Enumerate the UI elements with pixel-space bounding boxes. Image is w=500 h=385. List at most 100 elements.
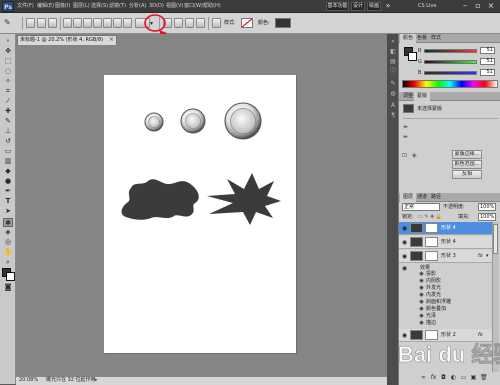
layer-vector-mask (425, 237, 438, 247)
scrollbar-thumb[interactable] (493, 224, 498, 254)
effect-color-overlay[interactable]: 颜色叠加 (426, 306, 446, 313)
layer-fx-icon[interactable]: fx (478, 251, 483, 261)
layer-vector-mask (425, 251, 438, 261)
tab-masks[interactable]: 蒙版 (414, 92, 431, 101)
channel-b-slider[interactable] (424, 71, 477, 75)
layer-name[interactable]: 形状 3 (441, 251, 456, 261)
custom-shape-tool-icon[interactable]: ✱ (3, 218, 13, 227)
brush-tool-icon[interactable]: ✎ (3, 117, 13, 126)
tab-styles[interactable]: 样式 (428, 34, 444, 43)
channel-g-slider[interactable] (424, 60, 477, 64)
channel-r-value[interactable]: 51 (480, 47, 495, 54)
hand-tool-icon[interactable]: ✋ (3, 248, 13, 257)
eyedropper-tool-icon[interactable]: ⁄ (3, 97, 13, 106)
clone-stamp-tool-icon[interactable]: ⊥ (3, 127, 13, 136)
type-tool-icon[interactable]: T (3, 197, 13, 206)
background-color-swatch[interactable] (6, 272, 15, 281)
lock-label: 锁定: (402, 214, 414, 220)
history-brush-tool-icon[interactable]: ↺ (3, 137, 13, 146)
chevron-down-icon[interactable]: ▾ (486, 251, 489, 261)
pen-tool-icon[interactable]: ✒ (3, 187, 13, 196)
invert-button[interactable]: 反相 (452, 170, 482, 179)
visibility-eye-icon[interactable]: ◉ (401, 252, 408, 261)
fill-field[interactable]: 100% (478, 213, 496, 221)
highlight-circle (144, 14, 166, 32)
document-tab[interactable]: 未标题-1 @ 20.2% (形状 4, RGB/8) (17, 35, 117, 45)
divider (403, 118, 498, 119)
paragraph-icon[interactable]: ¶ (389, 112, 397, 120)
effect-eye-icon[interactable]: ◉ (418, 271, 425, 278)
feather-icon: ▬ (403, 134, 408, 140)
zoom-tool-icon[interactable]: ⌕ (3, 258, 13, 267)
opacity-label: 不透明度: (443, 204, 465, 210)
effect-outer-glow[interactable]: 外发光 (426, 285, 441, 292)
zoom-level[interactable]: 20.08% (19, 376, 38, 385)
blur-tool-icon[interactable]: ◆ (3, 167, 13, 176)
effect-eye-icon[interactable]: ◉ (418, 285, 425, 292)
color-spectrum-bar[interactable] (402, 80, 498, 88)
effect-eye-icon[interactable]: ◉ (418, 320, 425, 327)
canvas-shapes (121, 102, 281, 225)
3d-rotate-tool-icon[interactable]: ◈ (3, 228, 13, 237)
panel-collapse-icon[interactable]: » (3, 37, 13, 46)
watermark-text: Bai du 经验 (398, 342, 500, 367)
panel-collapse-icon[interactable]: « (389, 38, 397, 46)
color-range-button[interactable]: 颜色范围... (452, 160, 482, 169)
visibility-eye-icon[interactable]: ◉ (401, 238, 408, 247)
effect-inner-shadow[interactable]: 内阴影 (426, 278, 441, 285)
character-icon[interactable]: A (389, 102, 397, 110)
effect-eye-icon[interactable]: ◉ (418, 306, 425, 313)
mask-edge-button[interactable]: 蒙版边缘... (452, 150, 482, 159)
effect-eye-icon[interactable]: ◉ (418, 278, 425, 285)
effect-satin[interactable]: 光泽 (426, 313, 436, 320)
dodge-tool-icon[interactable]: ● (3, 177, 13, 186)
effect-eye-icon[interactable]: ◉ (418, 313, 425, 320)
channel-g-value[interactable]: 51 (480, 58, 495, 65)
quick-select-tool-icon[interactable]: ✧ (3, 77, 13, 86)
quick-mask-icon[interactable]: ◙ (3, 283, 13, 292)
3d-orbit-tool-icon[interactable]: ◎ (3, 238, 13, 247)
effect-eye-icon[interactable]: ◉ (418, 299, 425, 306)
effect-bevel-emboss[interactable]: 斜面和浮雕 (426, 299, 451, 306)
load-selection-icon[interactable]: ⊡ (402, 152, 410, 160)
apply-mask-icon[interactable]: ◈ (412, 152, 420, 160)
blend-mode-select[interactable]: 正常 (402, 203, 440, 211)
layer-name[interactable]: 形状 4 (441, 237, 456, 247)
path-selection-tool-icon[interactable]: ➤ (3, 207, 13, 216)
background-color-swatch[interactable] (408, 52, 417, 61)
tab-paths[interactable]: 路径 (428, 193, 444, 202)
large-round-button-shape (224, 102, 262, 140)
opacity-field[interactable]: 100% (478, 203, 496, 211)
lasso-tool-icon[interactable]: ◌ (3, 67, 13, 76)
visibility-eye-icon[interactable]: ◉ (401, 224, 408, 233)
brush-presets-icon[interactable]: ✎ (389, 80, 397, 88)
effect-inner-glow[interactable]: 内发光 (426, 292, 441, 299)
move-tool-icon[interactable]: ✥ (3, 47, 13, 56)
channel-b-value[interactable]: 51 (480, 69, 495, 76)
gradient-tool-icon[interactable]: ▥ (3, 157, 13, 166)
navigator-icon[interactable]: ◧ (389, 48, 397, 56)
status-menu-icon[interactable]: ▸ (95, 376, 98, 385)
channel-r-label: R (418, 48, 422, 54)
clone-source-icon[interactable]: ◍ (389, 90, 397, 98)
effects-eye-icon[interactable]: ◉ (401, 264, 408, 273)
effect-stroke[interactable]: 描边 (426, 320, 436, 327)
info-icon[interactable]: ⓘ (389, 68, 397, 76)
marquee-tool-icon[interactable]: ⬚ (3, 57, 13, 66)
mask-thumbnail (403, 104, 414, 113)
effect-eye-icon[interactable]: ◉ (418, 292, 425, 299)
eraser-tool-icon[interactable]: ▭ (3, 147, 13, 156)
layer-name[interactable]: 形状 4 (441, 223, 456, 233)
lock-icons[interactable]: ▭ ✎ ✥ 🔒 (418, 213, 442, 221)
healing-brush-tool-icon[interactable]: ✚ (3, 107, 13, 116)
channel-r-slider[interactable] (424, 49, 477, 53)
layer-thumbnail (410, 251, 423, 261)
history-icon[interactable]: ▤ (389, 58, 397, 66)
close-tab-icon[interactable]: × (109, 35, 117, 45)
baidu-watermark: Bai du 经验 (398, 342, 500, 368)
crop-tool-icon[interactable]: ⌗ (3, 87, 13, 96)
small-round-button-shape (144, 112, 164, 132)
layer-thumbnail (410, 223, 423, 233)
effect-drop-shadow[interactable]: 投影 (426, 271, 436, 278)
document-status[interactable]: 曝光只在 32 位起作用 (46, 376, 96, 385)
